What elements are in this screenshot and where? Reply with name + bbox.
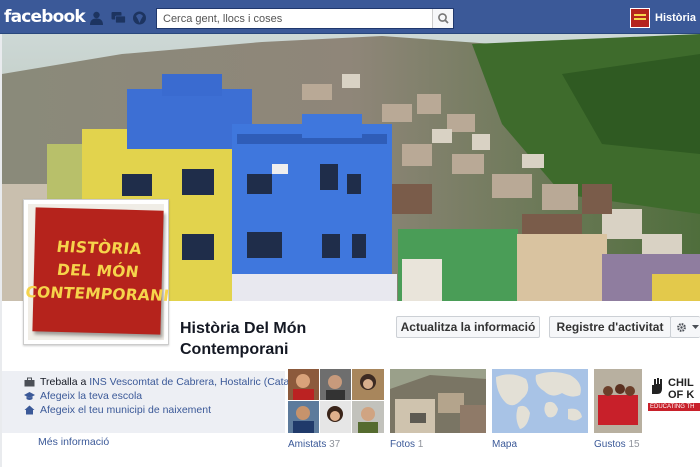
search-button[interactable]	[432, 9, 453, 28]
search-input[interactable]	[157, 9, 433, 28]
photos-count: 1	[417, 439, 424, 450]
add-hometown-link[interactable]: Afegeix el teu municipi de naixement	[40, 404, 211, 416]
home-icon	[24, 405, 35, 415]
work-place-link[interactable]: INS Vescomtat de Cabrera, Hostalric (Cat…	[89, 376, 306, 388]
briefcase-icon	[24, 377, 35, 387]
facebook-logo[interactable]: facebook	[4, 7, 86, 27]
profile-thumbnail	[630, 8, 650, 28]
work-prefix: Treballa a	[40, 376, 87, 388]
map-label: Mapa	[492, 439, 518, 450]
photos-tile-label[interactable]: Fotos 1	[390, 439, 423, 450]
timeline-page: HISTÒRIA DEL MÓN CONTEMPORANI Història D…	[2, 34, 700, 467]
top-bar: facebook Història	[0, 0, 700, 34]
more-info-link[interactable]: Més informació	[38, 436, 109, 448]
likes-tile-label[interactable]: Gustos 15	[594, 439, 640, 450]
activity-log-button[interactable]: Registre d'activitat	[549, 316, 671, 338]
friends-icon[interactable]	[89, 11, 104, 25]
map-tile[interactable]	[492, 369, 588, 433]
messages-icon[interactable]	[111, 11, 126, 25]
add-school-link[interactable]: Afegeix la teva escola	[40, 390, 142, 402]
page-title[interactable]: Història Del Món Contemporani	[180, 318, 380, 360]
map-tile-label[interactable]: Mapa	[492, 439, 517, 450]
notifications-icon[interactable]	[132, 11, 147, 25]
friends-tile[interactable]	[288, 369, 384, 433]
sticky-note-logo: HISTÒRIA DEL MÓN CONTEMPORANI	[24, 207, 170, 335]
update-info-button[interactable]: Actualitza la informació	[396, 316, 540, 338]
picture-line-2: DEL MÓN	[56, 260, 141, 281]
gear-icon	[677, 322, 686, 332]
gustos-thumb-line-1: CHIL	[668, 377, 694, 389]
gustos-thumb-line-3: EDUCATING TH	[648, 403, 700, 411]
work-row: Treballa a INS Vescomtat de Cabrera, Hos…	[24, 376, 306, 388]
likes-label: Gustos	[594, 439, 626, 450]
profile-nav-link[interactable]: Història	[630, 8, 696, 28]
friends-count: 37	[329, 439, 341, 450]
profile-picture-image: HISTÒRIA DEL MÓN CONTEMPORANI	[24, 204, 170, 340]
gustos-thumb-line-2: OF K	[668, 389, 695, 401]
search-icon	[438, 13, 449, 24]
photos-tile[interactable]	[390, 369, 486, 433]
profile-nav-name: Història	[655, 12, 696, 24]
friends-tile-label[interactable]: Amistats 37	[288, 439, 340, 450]
settings-menu-button[interactable]	[670, 316, 700, 338]
friends-collage	[288, 369, 384, 433]
chevron-down-icon	[692, 325, 699, 329]
school-row: Afegeix la teva escola	[24, 390, 142, 402]
likes-tile[interactable]: CHIL OF K EDUCATING TH	[594, 369, 700, 433]
school-icon	[24, 392, 35, 400]
photos-label: Fotos	[390, 439, 416, 450]
picture-line-1: HISTÒRIA	[55, 237, 143, 258]
friends-label: Amistats	[288, 439, 327, 450]
profile-picture[interactable]: HISTÒRIA DEL MÓN CONTEMPORANI	[23, 199, 170, 345]
map-thumbnail	[492, 369, 588, 433]
search-box	[156, 8, 454, 29]
hand-icon	[652, 378, 662, 394]
photos-thumbnail	[390, 369, 486, 433]
picture-line-3: CONTEMPORANI	[24, 282, 171, 305]
likes-count: 15	[628, 439, 640, 450]
hometown-row: Afegeix el teu municipi de naixement	[24, 404, 211, 416]
